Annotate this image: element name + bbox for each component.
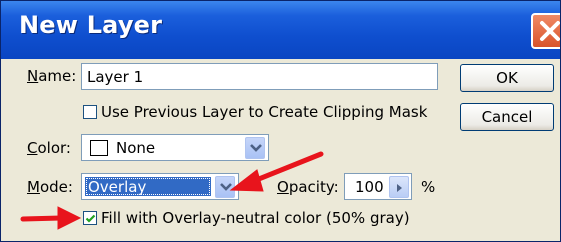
annotation-arrows (20, 151, 324, 230)
annotation-arrow-mode (229, 151, 324, 192)
dialog-body: Name: Layer 1 OK Cancel Use Previous Lay… (1, 59, 560, 241)
annotation-arrow-fill (20, 206, 82, 230)
title-bar[interactable]: New Layer (1, 1, 560, 59)
close-button[interactable] (531, 13, 560, 49)
dialog-title: New Layer (19, 11, 163, 39)
close-icon (540, 21, 560, 41)
new-layer-dialog: New Layer Name: Layer 1 OK Cancel Use Pr… (0, 0, 561, 242)
